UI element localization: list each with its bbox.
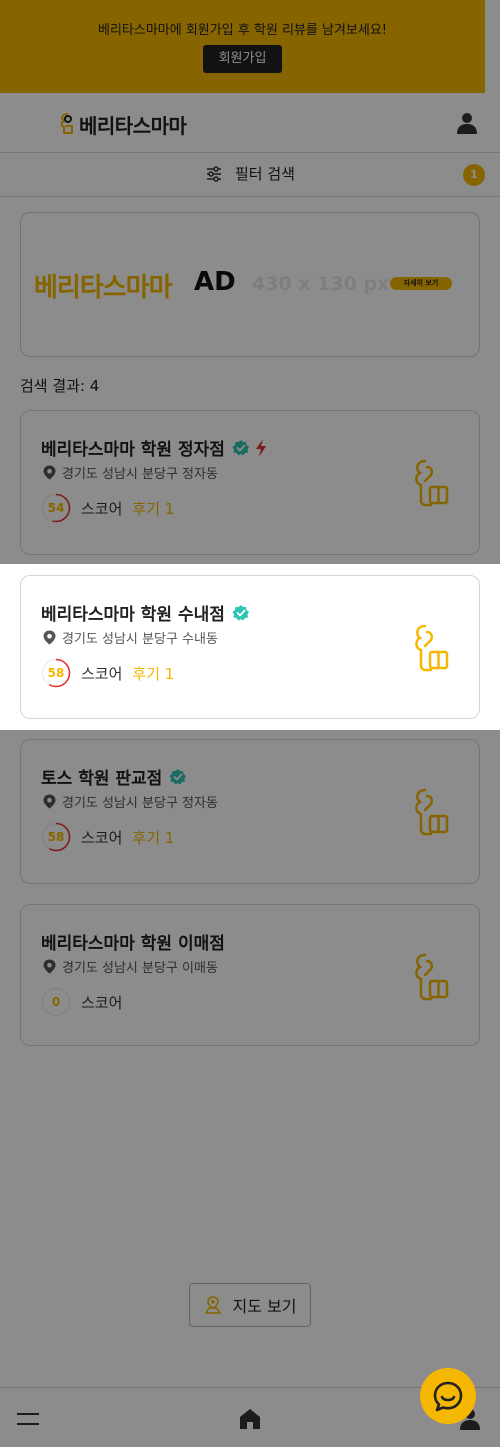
score-row: 58 스코어 후기 1 [41, 658, 174, 688]
review-count[interactable]: 후기 1 [132, 663, 174, 684]
dim-overlay-top [0, 0, 500, 564]
academy-address-text: 경기도 성남시 분당구 수내동 [62, 632, 218, 647]
academy-name: 베리타스마마 학원 수내점 [41, 600, 250, 625]
score-label: 스코어 [81, 664, 123, 683]
chat-button[interactable] [420, 1368, 476, 1424]
verified-check-icon [232, 604, 249, 620]
location-pin-icon [43, 630, 56, 645]
score-value: 58 [47, 666, 65, 680]
academy-address: 경기도 성남시 분당구 수내동 [42, 628, 218, 647]
chat-icon [433, 1381, 463, 1412]
dim-overlay-bottom [0, 730, 500, 1447]
academy-name-text: 베리타스마마 학원 수내점 [41, 605, 225, 625]
score-ring: 58 [41, 658, 71, 688]
academy-card[interactable]: 베리타스마마 학원 수내점 경기도 성남시 분당구 수내동 58 스코어 후기 … [20, 575, 480, 719]
academy-logo-icon [415, 624, 449, 672]
